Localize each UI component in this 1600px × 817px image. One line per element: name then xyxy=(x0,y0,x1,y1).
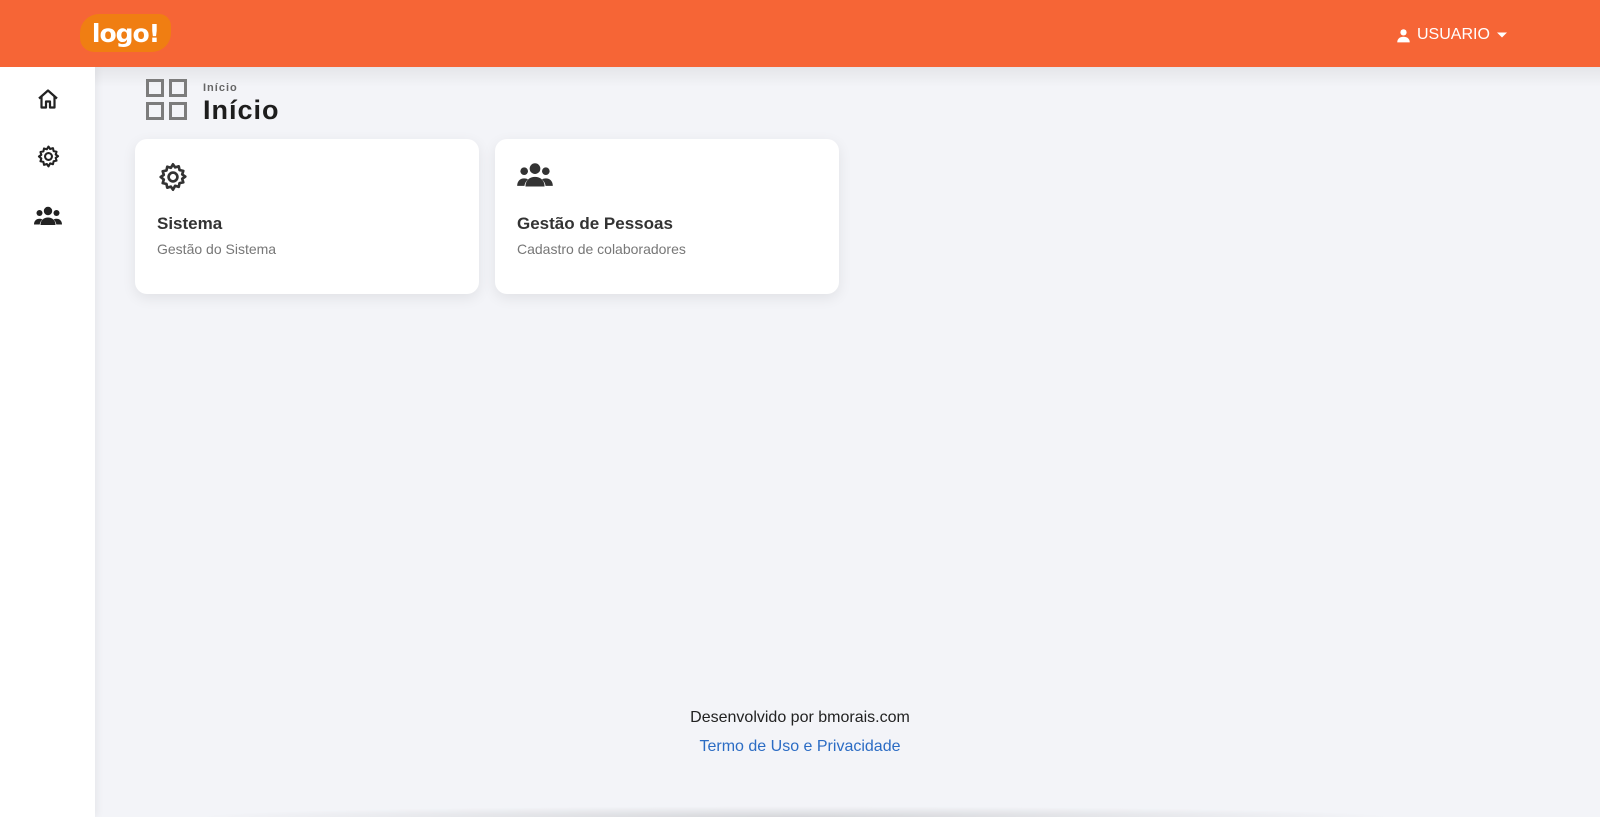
page-title: Início xyxy=(203,95,280,125)
user-menu-label: USUARIO xyxy=(1417,26,1490,43)
sidebar-item-home[interactable] xyxy=(34,87,62,115)
gear-icon xyxy=(157,161,189,198)
logo[interactable]: logo! xyxy=(80,14,171,52)
users-icon xyxy=(517,161,553,194)
card-sistema[interactable]: Sistema Gestão do Sistema xyxy=(135,139,479,294)
card-gestao-pessoas[interactable]: Gestão de Pessoas Cadastro de colaborado… xyxy=(495,139,839,294)
terms-link[interactable]: Termo de Uso e Privacidade xyxy=(95,738,1505,756)
sidebar-item-people[interactable] xyxy=(34,204,62,232)
caret-down-icon xyxy=(1496,31,1508,39)
grid-icon xyxy=(146,79,188,121)
breadcrumb: Início xyxy=(203,82,238,94)
gear-icon xyxy=(36,144,61,174)
card-title: Gestão de Pessoas xyxy=(517,214,673,233)
card-title: Sistema xyxy=(157,214,223,233)
home-icon xyxy=(36,87,60,116)
page-header: Início Início xyxy=(146,79,280,129)
top-navbar: logo! USUARIO xyxy=(0,0,1600,67)
users-icon xyxy=(34,205,62,232)
sidebar xyxy=(0,67,95,817)
sidebar-item-system[interactable] xyxy=(34,145,62,173)
user-menu-button[interactable]: USUARIO xyxy=(1396,22,1508,48)
header-shadow xyxy=(95,67,1600,87)
user-icon xyxy=(1396,28,1411,43)
card-subtitle: Cadastro de colaboradores xyxy=(517,241,686,257)
footer-credit: Desenvolvido por bmorais.com xyxy=(690,709,910,726)
card-subtitle: Gestão do Sistema xyxy=(157,241,277,257)
bottom-shadow xyxy=(190,806,1400,817)
